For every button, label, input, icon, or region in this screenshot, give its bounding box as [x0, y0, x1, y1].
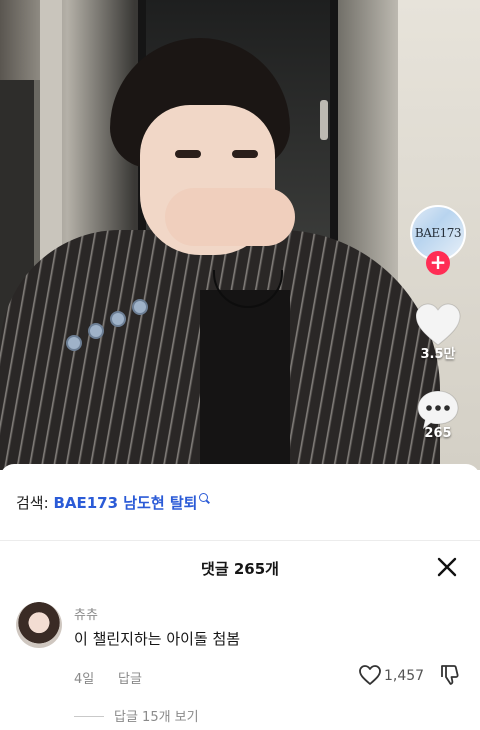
video-player[interactable]: BAE173 + 3.5만 265 — [0, 0, 480, 470]
person-eye — [232, 150, 258, 158]
search-icon — [199, 493, 209, 502]
heart-icon[interactable] — [414, 303, 462, 347]
follow-button[interactable]: + — [426, 251, 450, 275]
like-count: 3.5만 — [420, 347, 456, 362]
person-shirt — [200, 290, 290, 470]
divider — [0, 540, 480, 541]
jacket-button — [110, 311, 126, 327]
comment-item: 츄츄 이 챌린지하는 아이돌 첨봄 4일 답글 1,457 답글 15개 보기 — [0, 598, 480, 728]
view-replies-button[interactable]: 답글 15개 보기 — [74, 706, 199, 725]
commenter-avatar[interactable] — [16, 602, 62, 648]
comments-sheet: 검색: BAE173 남도현 탈퇴 댓글 265개 츄츄 이 챌린지하는 아이돌… — [0, 464, 480, 730]
jacket-button — [66, 335, 82, 351]
view-replies-label: 답글 15개 보기 — [114, 710, 199, 725]
close-icon[interactable] — [436, 556, 458, 578]
comment-count: 265 — [424, 426, 452, 441]
thumbs-down-icon[interactable] — [438, 663, 462, 687]
comment-date: 4일 — [74, 672, 95, 687]
heart-outline-icon[interactable] — [358, 664, 382, 686]
jacket-button — [132, 299, 148, 315]
reply-button[interactable]: 답글 — [118, 668, 142, 687]
comment-text: 이 챌린지하는 아이돌 첨봄 — [74, 630, 241, 648]
commenter-username[interactable]: 츄츄 — [74, 604, 98, 623]
comment-bubble-icon[interactable] — [416, 389, 460, 431]
comment-like-count: 1,457 — [384, 668, 425, 684]
plus-icon: + — [429, 250, 447, 274]
search-keyword-link[interactable]: BAE173 남도현 탈퇴 — [53, 494, 197, 512]
jacket-button — [88, 323, 104, 339]
replies-line — [74, 716, 104, 717]
door-handle — [320, 100, 328, 140]
search-suggestion[interactable]: 검색: BAE173 남도현 탈퇴 — [16, 492, 209, 513]
person-fist — [165, 188, 295, 246]
creator-avatar-label: BAE173 — [414, 226, 462, 240]
search-prefix: 검색: — [16, 494, 49, 512]
comments-title: 댓글 265개 — [201, 560, 279, 578]
person-eye — [175, 150, 201, 158]
